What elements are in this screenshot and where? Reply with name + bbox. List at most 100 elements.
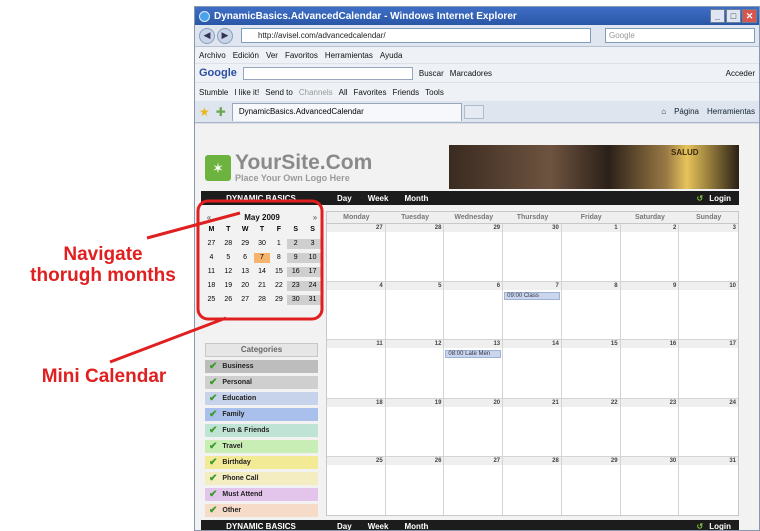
checkmark-icon[interactable]: ✔ [209, 473, 217, 484]
nav-week[interactable]: Week [368, 194, 389, 203]
mini-calendar-day[interactable]: 3 [304, 239, 321, 249]
day-cell[interactable]: 30 [620, 456, 680, 515]
marcadores-button[interactable]: Marcadores [450, 69, 492, 78]
mini-calendar-day[interactable]: 14 [254, 267, 271, 277]
menu-item-edicion[interactable]: Edición [233, 51, 259, 60]
day-cell[interactable]: 31 [679, 456, 738, 515]
checkmark-icon[interactable]: ✔ [209, 489, 217, 500]
day-cell[interactable]: 27 [327, 224, 386, 282]
mini-calendar-day[interactable]: 20 [237, 281, 254, 291]
nav-month[interactable]: Month [404, 194, 428, 203]
day-cell[interactable]: 25 [327, 456, 386, 515]
mini-calendar-day[interactable]: 24 [304, 281, 321, 291]
mini-calendar-day[interactable]: 5 [220, 253, 237, 263]
day-cell[interactable]: 29 [561, 456, 621, 515]
nav-day[interactable]: Day [337, 194, 352, 203]
mini-calendar-day[interactable]: 6 [237, 253, 254, 263]
day-cell[interactable]: 16 [620, 340, 680, 398]
day-cell[interactable]: 10 [679, 282, 738, 339]
menu-item-herramientas[interactable]: Herramientas [325, 51, 373, 60]
prev-month-button[interactable]: « [203, 213, 215, 222]
mini-calendar-day[interactable]: 29 [237, 239, 254, 249]
day-cell[interactable]: 28 [503, 456, 562, 515]
day-cell[interactable]: 13 08:00 Late Men [444, 340, 504, 398]
mini-calendar-day[interactable]: 9 [287, 253, 305, 263]
mini-calendar-day[interactable]: 19 [220, 281, 237, 291]
calendar-event[interactable]: 08:00 Late Men [445, 350, 502, 359]
favorites-button[interactable]: Favorites [354, 88, 387, 97]
menu-item-archivo[interactable]: Archivo [199, 51, 226, 60]
checkmark-icon[interactable]: ✔ [209, 441, 217, 452]
day-cell[interactable]: 12 [385, 340, 445, 398]
maximize-button[interactable]: □ [726, 9, 741, 23]
day-cell[interactable]: 14 [503, 340, 562, 398]
mini-calendar-day[interactable]: 4 [203, 253, 220, 263]
checkmark-icon[interactable]: ✔ [209, 361, 217, 372]
day-cell[interactable]: 15 [561, 340, 621, 398]
checkmark-icon[interactable]: ✔ [209, 409, 217, 420]
tools-button[interactable]: Tools [425, 88, 444, 97]
day-cell[interactable]: 21 [503, 398, 562, 456]
mini-calendar-day[interactable]: 12 [220, 267, 237, 277]
day-cell[interactable]: 29 [444, 224, 504, 282]
day-cell[interactable]: 30 [503, 224, 562, 282]
home-icon[interactable]: ⌂ [661, 107, 666, 116]
category-item[interactable]: ✔ Fun & Friends [205, 424, 318, 437]
category-item[interactable]: ✔ Birthday [205, 456, 318, 469]
menu-item-ayuda[interactable]: Ayuda [380, 51, 403, 60]
category-item[interactable]: ✔ Travel [205, 440, 318, 453]
day-cell[interactable]: 8 [561, 282, 621, 340]
site-logo[interactable]: ✶ YourSite.Com Place Your Own Logo Here [205, 152, 372, 183]
mini-calendar-day[interactable]: 15 [270, 267, 287, 277]
google-search-input[interactable] [242, 66, 413, 80]
day-cell[interactable]: 24 [679, 398, 738, 456]
channels-button[interactable]: Channels [299, 88, 333, 97]
mini-calendar-day[interactable]: 27 [237, 295, 254, 305]
mini-calendar-day[interactable]: 30 [287, 295, 305, 305]
category-item[interactable]: ✔ Family [205, 408, 318, 421]
buscar-button[interactable]: Buscar [419, 69, 444, 78]
day-cell[interactable]: 3 [679, 224, 738, 281]
mini-calendar-day[interactable]: 7 [253, 253, 271, 263]
checkmark-icon[interactable]: ✔ [209, 457, 217, 468]
nav-day[interactable]: Day [337, 522, 352, 531]
search-input[interactable]: Google [605, 28, 755, 43]
checkmark-icon[interactable]: ✔ [209, 377, 217, 388]
tab-calendar[interactable]: DynamicBasics.AdvancedCalendar [231, 102, 462, 121]
acceder-button[interactable]: Acceder [726, 69, 755, 78]
pagina-menu[interactable]: Página [674, 107, 699, 116]
day-cell[interactable]: 18 [327, 398, 386, 456]
day-cell[interactable]: 9 [620, 282, 680, 340]
next-month-button[interactable]: » [309, 213, 321, 222]
category-item[interactable]: ✔ Education [205, 392, 318, 405]
mini-calendar-day[interactable]: 18 [203, 281, 220, 291]
day-cell[interactable]: 7 09:00 Class [503, 282, 562, 340]
mini-calendar-day[interactable]: 28 [220, 239, 237, 249]
day-cell[interactable]: 5 [385, 282, 445, 340]
stumble-button[interactable]: Stumble [199, 88, 228, 97]
day-cell[interactable]: 28 [385, 224, 445, 282]
mini-calendar-day[interactable]: 16 [287, 267, 305, 277]
sendto-button[interactable]: Send to [265, 88, 293, 97]
nav-month[interactable]: Month [404, 522, 428, 531]
back-button[interactable]: ◀ [199, 27, 215, 44]
checkmark-icon[interactable]: ✔ [209, 393, 217, 404]
all-button[interactable]: All [339, 88, 348, 97]
minimize-button[interactable]: _ [710, 9, 725, 23]
mini-calendar-day[interactable]: 28 [254, 295, 271, 305]
herramientas-menu[interactable]: Herramientas [707, 107, 755, 116]
mini-calendar-day[interactable]: 8 [270, 253, 287, 263]
checkmark-icon[interactable]: ✔ [209, 505, 217, 516]
mini-calendar-day[interactable]: 27 [203, 239, 220, 249]
mini-calendar-day[interactable]: 21 [254, 281, 271, 291]
day-cell[interactable]: 1 [561, 224, 621, 282]
day-cell[interactable]: 2 [620, 224, 680, 282]
nav-brand[interactable]: DYNAMIC BASICS [201, 522, 321, 531]
new-tab-button[interactable] [463, 104, 484, 119]
day-cell[interactable]: 11 [327, 340, 386, 398]
day-cell[interactable]: 6 [444, 282, 504, 340]
category-item[interactable]: ✔ Must Attend [205, 488, 318, 501]
day-cell[interactable]: 19 [385, 398, 445, 456]
mini-calendar-day[interactable]: 2 [287, 239, 305, 249]
day-cell[interactable]: 22 [561, 398, 621, 456]
